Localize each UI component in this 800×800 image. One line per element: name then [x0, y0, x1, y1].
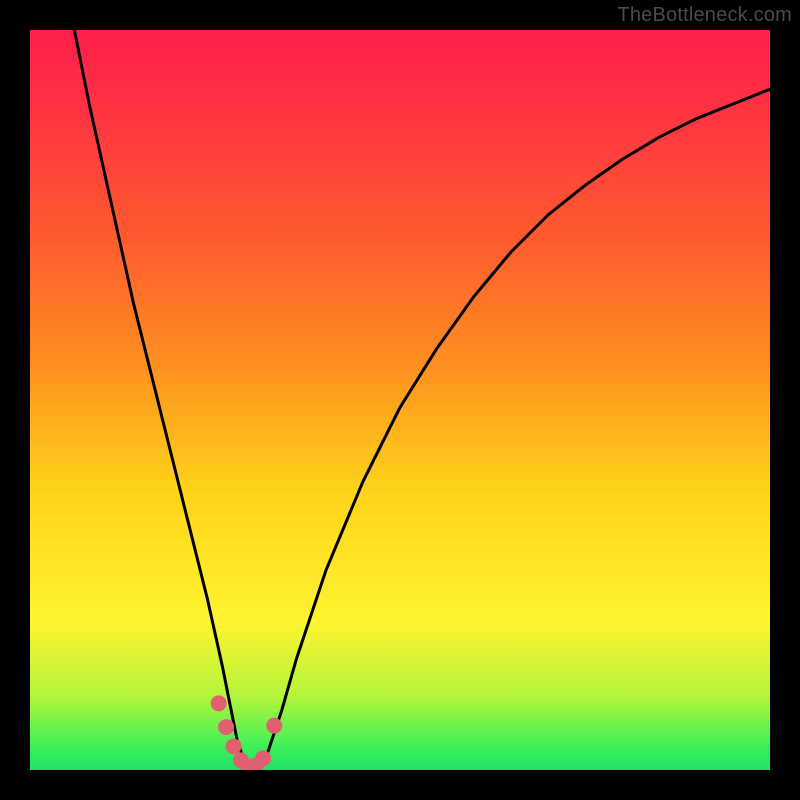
chart-frame: TheBottleneck.com	[0, 0, 800, 800]
watermark-text: TheBottleneck.com	[617, 4, 792, 27]
curve-svg	[30, 30, 770, 770]
trough-marker	[211, 695, 227, 711]
trough-marker	[218, 719, 234, 735]
plot-area	[30, 30, 770, 770]
trough-marker	[266, 718, 282, 734]
trough-marker	[226, 738, 242, 754]
trough-markers	[211, 695, 283, 770]
trough-marker	[255, 750, 271, 766]
bottleneck-curve	[74, 30, 770, 770]
